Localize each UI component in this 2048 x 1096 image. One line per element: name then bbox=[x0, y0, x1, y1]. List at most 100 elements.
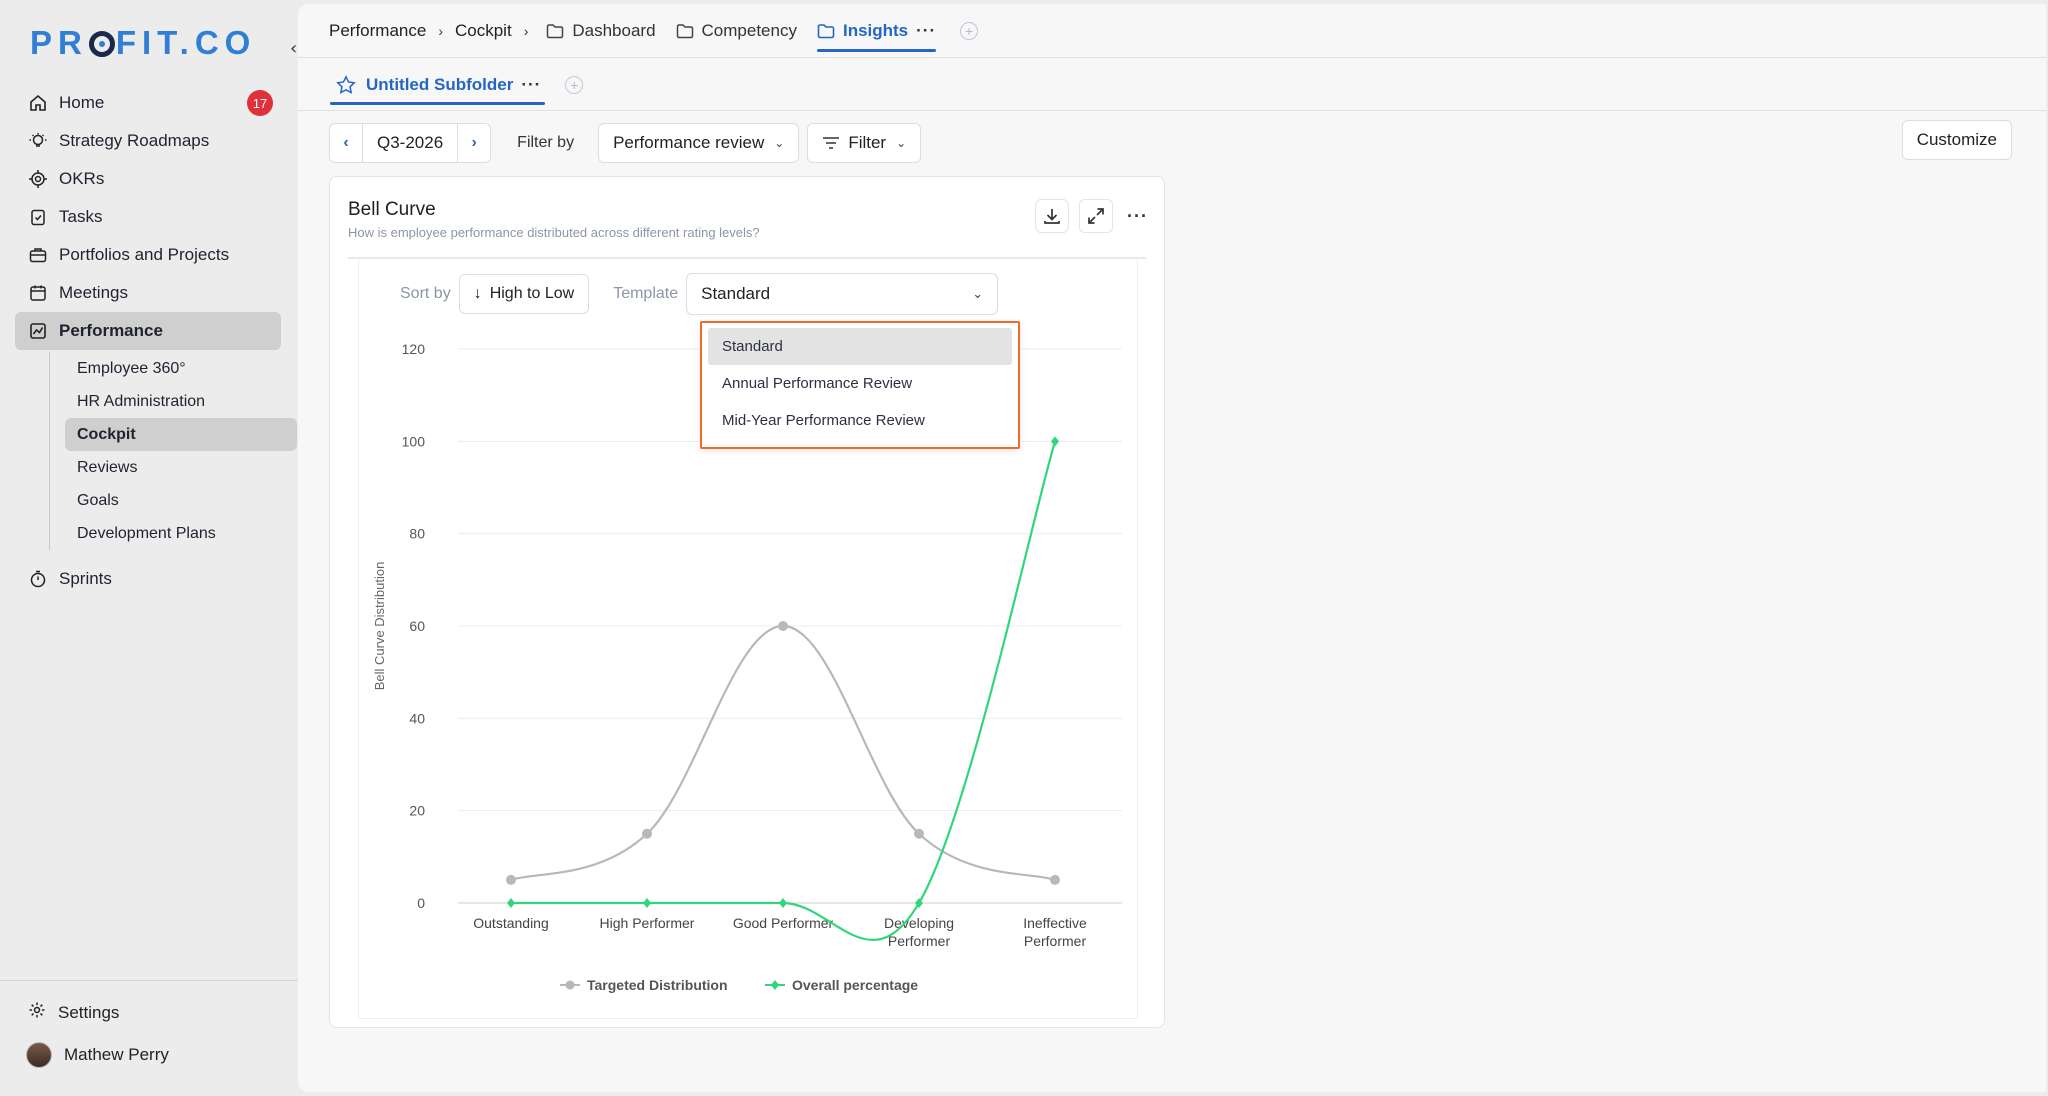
next-period-chevron-icon[interactable]: › bbox=[458, 124, 490, 162]
template-option-mid-year[interactable]: Mid-Year Performance Review bbox=[708, 402, 1012, 439]
star-icon bbox=[336, 74, 356, 94]
y-tick-label: 20 bbox=[409, 803, 425, 819]
sidebar-item-portfolios[interactable]: Portfolios and Projects bbox=[15, 236, 281, 274]
folder-icon bbox=[676, 23, 693, 38]
breadcrumb-separator: › bbox=[438, 22, 443, 39]
chart-icon bbox=[29, 322, 47, 340]
sidebar-item-label: Home bbox=[59, 93, 105, 112]
template-option-standard[interactable]: Standard bbox=[708, 328, 1012, 365]
x-tick-label: Ineffective bbox=[1023, 915, 1087, 931]
main-content: Performance › Cockpit › Dashboard Compet… bbox=[298, 4, 2046, 1092]
more-options-icon[interactable]: ··· bbox=[521, 75, 541, 95]
sidebar-item-label: Sprints bbox=[59, 569, 112, 588]
x-tick-label: Good Performer bbox=[733, 915, 834, 931]
sidebar-item-label: OKRs bbox=[59, 169, 105, 188]
y-tick-label: 60 bbox=[409, 618, 425, 634]
home-icon bbox=[29, 94, 47, 112]
tab-label: Dashboard bbox=[572, 20, 656, 40]
sidebar-item-okrs[interactable]: OKRs bbox=[15, 160, 281, 198]
data-point bbox=[1050, 874, 1060, 885]
chevron-down-icon: ⌄ bbox=[896, 136, 907, 150]
sidebar-item-performance[interactable]: Performance bbox=[15, 312, 281, 350]
y-tick-label: 100 bbox=[402, 433, 426, 449]
x-tick-label: Performer bbox=[1024, 933, 1087, 949]
x-tick-label: Developing bbox=[884, 915, 954, 931]
tab-label: Insights bbox=[842, 20, 909, 40]
sidebar-subitem-goals[interactable]: Goals bbox=[65, 484, 297, 517]
data-point bbox=[914, 828, 924, 839]
gear-icon bbox=[28, 1001, 46, 1024]
period-value[interactable]: Q3-2026 bbox=[362, 124, 459, 162]
performance-subnav: Employee 360° HR Administration Cockpit … bbox=[49, 352, 297, 550]
sidebar-divider bbox=[0, 980, 298, 981]
filter-label: Filter bbox=[848, 133, 887, 152]
toolbar: ‹ Q3-2026 › Filter by Performance review… bbox=[329, 123, 929, 163]
sidebar-item-label: Strategy Roadmaps bbox=[59, 131, 210, 150]
calendar-icon bbox=[29, 284, 47, 302]
sidebar-item-strategy-roadmaps[interactable]: Strategy Roadmaps bbox=[15, 122, 281, 160]
target-icon bbox=[29, 170, 47, 188]
legend-label: Overall percentage bbox=[792, 977, 918, 993]
tab-label: Competency bbox=[701, 20, 797, 40]
add-tab-icon[interactable]: + bbox=[960, 21, 979, 40]
user-profile[interactable]: Mathew Perry bbox=[26, 1042, 169, 1068]
logo-o-mark bbox=[88, 31, 115, 57]
data-point bbox=[643, 898, 651, 908]
y-tick-label: 0 bbox=[417, 895, 425, 911]
data-point bbox=[506, 874, 516, 885]
tab-untitled-subfolder[interactable]: Untitled Subfolder ··· bbox=[329, 59, 546, 111]
bell-curve-card: Bell Curve How is employee performance d… bbox=[329, 176, 1165, 1028]
sidebar-subitem-employee-360[interactable]: Employee 360° bbox=[65, 352, 297, 385]
sidebar-item-tasks[interactable]: Tasks bbox=[15, 198, 281, 236]
sidebar-subitem-cockpit[interactable]: Cockpit bbox=[65, 418, 297, 451]
user-name: Mathew Perry bbox=[64, 1045, 169, 1064]
y-tick-label: 120 bbox=[402, 341, 426, 357]
sidebar-item-sprints[interactable]: Sprints bbox=[15, 560, 281, 598]
breadcrumb: Performance › Cockpit › Dashboard Compet… bbox=[298, 4, 2046, 58]
sidebar-item-meetings[interactable]: Meetings bbox=[15, 274, 281, 312]
filter-icon bbox=[823, 137, 840, 149]
clipboard-icon bbox=[29, 208, 47, 226]
more-options-icon[interactable]: ··· bbox=[916, 21, 936, 41]
tab-insights[interactable]: Insights ··· bbox=[816, 4, 937, 58]
stopwatch-icon bbox=[29, 570, 47, 588]
tab-dashboard[interactable]: Dashboard bbox=[546, 4, 656, 58]
legend-label: Targeted Distribution bbox=[587, 977, 728, 993]
sidebar-subitem-reviews[interactable]: Reviews bbox=[65, 451, 297, 484]
subfolder-bar: Untitled Subfolder ··· + bbox=[298, 59, 2046, 111]
legend-swatch-marker bbox=[565, 980, 575, 990]
briefcase-icon bbox=[29, 246, 47, 264]
subfolder-label: Untitled Subfolder bbox=[366, 74, 514, 94]
filter-button[interactable]: Filter ⌄ bbox=[807, 123, 922, 163]
template-dropdown-menu: Standard Annual Performance Review Mid-Y… bbox=[700, 321, 1020, 449]
y-tick-label: 40 bbox=[409, 710, 425, 726]
profit-logo[interactable]: PR FIT.CO bbox=[30, 24, 256, 62]
y-tick-label: 80 bbox=[409, 526, 425, 542]
previous-period-chevron-icon[interactable]: ‹ bbox=[330, 124, 362, 162]
x-tick-label: Performer bbox=[888, 933, 951, 949]
data-point bbox=[778, 621, 788, 631]
settings-link[interactable]: Settings bbox=[28, 1001, 119, 1024]
breadcrumb-cockpit[interactable]: Cockpit bbox=[455, 21, 512, 41]
sidebar-item-label: Tasks bbox=[59, 207, 103, 226]
legend-swatch-marker bbox=[771, 980, 779, 990]
data-point bbox=[642, 828, 652, 839]
avatar bbox=[26, 1042, 52, 1068]
period-selector: ‹ Q3-2026 › bbox=[329, 123, 492, 163]
collapse-sidebar-chevron-icon[interactable]: ‹ bbox=[290, 38, 297, 59]
sidebar-subitem-development-plans[interactable]: Development Plans bbox=[65, 517, 297, 550]
customize-button[interactable]: Customize bbox=[1901, 120, 2012, 160]
folder-icon bbox=[817, 23, 835, 38]
sidebar-item-home[interactable]: Home 17 bbox=[15, 84, 281, 122]
bell-curve-chart: 0 20 40 60 80 100 120 Bell Curve Distribution Ou… bbox=[372, 341, 1122, 993]
breadcrumb-separator: › bbox=[523, 22, 529, 39]
sidebar-subitem-hr-administration[interactable]: HR Administration bbox=[65, 385, 297, 418]
review-type-select[interactable]: Performance review ⌄ bbox=[598, 123, 800, 163]
chevron-down-icon: ⌄ bbox=[774, 136, 785, 150]
notification-badge: 17 bbox=[247, 90, 273, 116]
template-option-annual[interactable]: Annual Performance Review bbox=[708, 365, 1012, 402]
breadcrumb-performance[interactable]: Performance bbox=[329, 21, 426, 41]
data-point bbox=[779, 898, 787, 908]
add-subfolder-icon[interactable]: + bbox=[565, 75, 584, 94]
tab-competency[interactable]: Competency bbox=[676, 4, 797, 58]
